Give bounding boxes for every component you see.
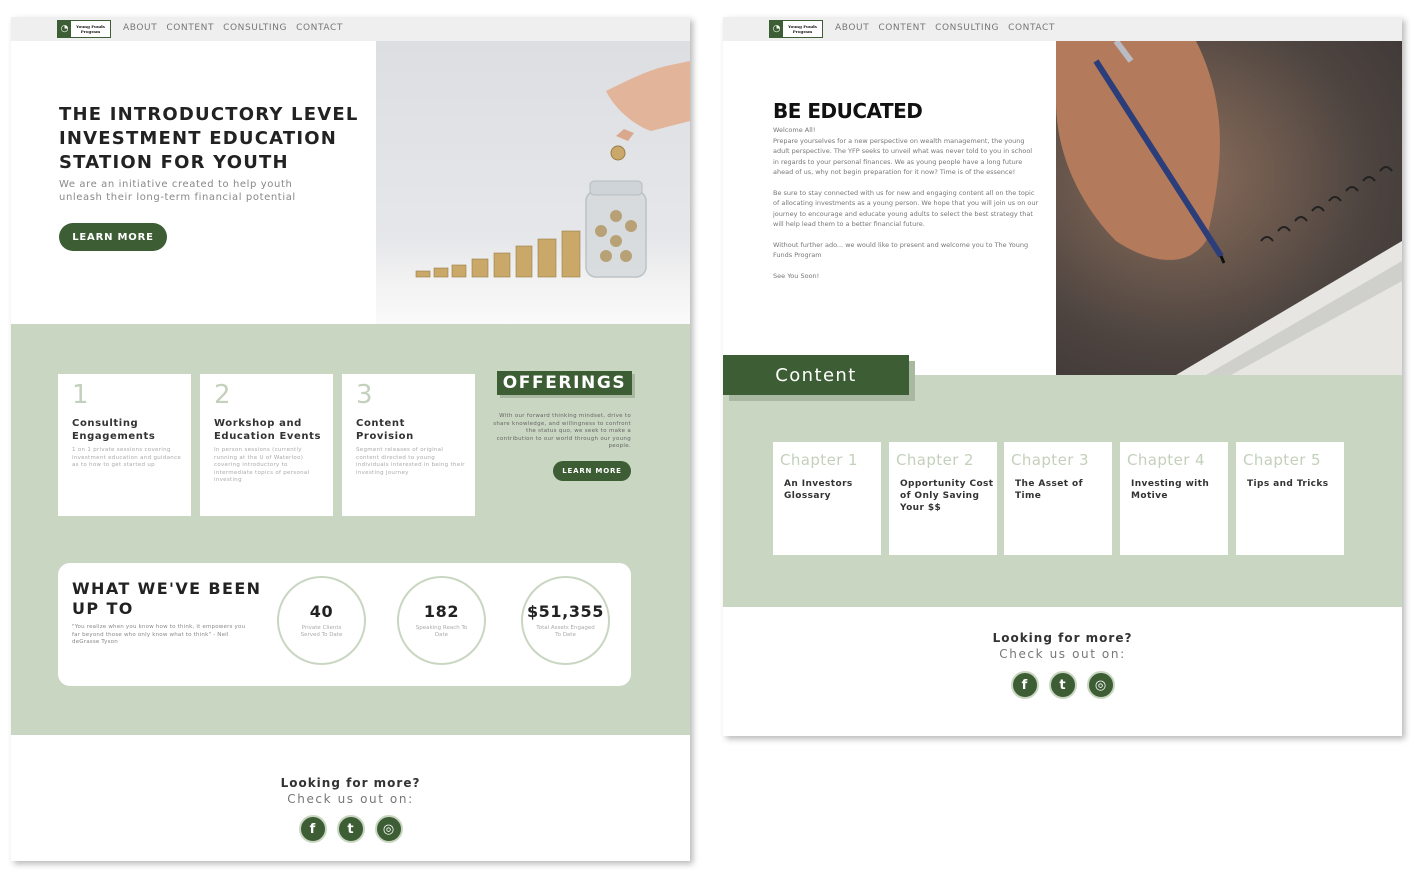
offering-card-1[interactable]: 1 Consulting Engagements 1 on 1 private … <box>58 374 191 516</box>
stats-title: WHAT WE'VE BEEN UP TO <box>72 579 262 618</box>
logo-text: Young Funds Program <box>76 24 105 34</box>
nav-links: ABOUT CONTENT CONSULTING CONTACT <box>835 23 1055 33</box>
chapter-subtitle: An Investors Glossary <box>784 479 853 501</box>
chapter-title: Chapter 1 <box>780 451 858 469</box>
stat-label: Speaking Reach To Date <box>415 625 468 638</box>
facebook-icon[interactable]: f <box>1010 671 1039 699</box>
logo-mark-icon: ◔ <box>770 21 783 37</box>
coins-jar-image <box>376 41 690 324</box>
chapter-card-4[interactable]: Chapter 4 Investing with Motive <box>1120 442 1228 555</box>
twitter-icon[interactable]: t <box>336 815 365 843</box>
home-page-mockup: ◔ Young Funds Program ABOUT CONTENT CONS… <box>11 17 690 861</box>
logo-mark-icon: ◔ <box>58 21 71 37</box>
nav-contact[interactable]: CONTACT <box>296 23 343 33</box>
offerings-learn-more-button[interactable]: LEARN MORE <box>553 461 631 481</box>
stat-speaking-reach: 182 Speaking Reach To Date <box>397 576 486 665</box>
facebook-icon[interactable]: f <box>298 815 327 843</box>
coins-illustration <box>415 61 690 278</box>
card-title: Content Provision <box>356 418 414 442</box>
hero-title: THE INTRODUCTORY LEVEL INVESTMENT EDUCAT… <box>59 104 359 173</box>
twitter-icon[interactable]: t <box>1048 671 1077 699</box>
card-description: Segment releases of original content dir… <box>356 447 465 476</box>
stat-total-assets: $51,355 Total Assets Engaged To Date <box>521 576 610 665</box>
card-number: 1 <box>72 380 89 410</box>
footer-subtitle: Check us out on: <box>999 647 1126 661</box>
card-title: Consulting Engagements <box>72 418 156 442</box>
stats-panel: WHAT WE'VE BEEN UP TO "You realize when … <box>58 563 631 686</box>
top-nav: ◔ Young Funds Program ABOUT CONTENT CONS… <box>723 17 1402 41</box>
intro-text: Welcome All! Prepare yourselves for a new… <box>773 125 1039 291</box>
intro-paragraph: Without further ado... we would like to … <box>773 240 1029 260</box>
stat-label: Private Clients Served To Date <box>300 625 343 638</box>
content-page-mockup: ◔ Young Funds Program ABOUT CONTENT CONS… <box>723 17 1402 736</box>
card-number: 3 <box>356 380 373 410</box>
page-title: BE EDUCATED <box>773 99 923 123</box>
stat-label: Total Assets Engaged To Date <box>536 625 595 638</box>
nav-consulting[interactable]: CONSULTING <box>223 23 287 33</box>
social-links: f t ◎ <box>11 815 690 843</box>
footer-title: Looking for more? <box>280 776 421 790</box>
learn-more-button[interactable]: LEARN MORE <box>59 223 167 251</box>
logo-text: Young Funds Program <box>788 24 817 34</box>
nav-links: ABOUT CONTENT CONSULTING CONTACT <box>123 23 343 33</box>
offerings-text: With our forward thinking mindset, drive… <box>493 413 631 449</box>
social-links: f t ◎ <box>723 671 1402 699</box>
offering-card-2[interactable]: 2 Workshop and Education Events In perso… <box>200 374 333 516</box>
footer-subtitle: Check us out on: <box>287 792 414 806</box>
writing-hand-image <box>1056 41 1402 375</box>
logo[interactable]: ◔ Young Funds Program <box>769 20 823 38</box>
chapter-title: Chapter 4 <box>1127 451 1205 469</box>
stat-value: 40 <box>309 602 334 621</box>
offerings-title: OFFERINGS <box>497 371 632 395</box>
chapter-card-3[interactable]: Chapter 3 The Asset of Time <box>1004 442 1112 555</box>
footer-title: Looking for more? <box>992 631 1133 645</box>
chapter-subtitle: Investing with Motive <box>1131 479 1210 501</box>
top-nav: ◔ Young Funds Program ABOUT CONTENT CONS… <box>11 17 690 41</box>
stat-value: $51,355 <box>526 602 605 621</box>
hero-subtitle: We are an initiative created to help you… <box>59 179 296 203</box>
chapter-card-5[interactable]: Chapter 5 Tips and Tricks <box>1236 442 1344 555</box>
nav-about[interactable]: ABOUT <box>123 23 157 33</box>
logo[interactable]: ◔ Young Funds Program <box>57 20 111 38</box>
chapter-subtitle: The Asset of Time <box>1015 479 1083 501</box>
chapter-title: Chapter 3 <box>1011 451 1089 469</box>
chapter-title: Chapter 5 <box>1243 451 1321 469</box>
offering-card-3[interactable]: 3 Content Provision Segment releases of … <box>342 374 475 516</box>
nav-about[interactable]: ABOUT <box>835 23 869 33</box>
instagram-icon[interactable]: ◎ <box>1086 671 1115 699</box>
intro-paragraph: Welcome All! Prepare yourselves for a new… <box>773 126 1033 176</box>
intro-paragraph: Be sure to stay connected with us for ne… <box>773 188 1039 229</box>
content-section-label: Content <box>723 355 909 395</box>
nav-contact[interactable]: CONTACT <box>1008 23 1055 33</box>
chapter-title: Chapter 2 <box>896 451 974 469</box>
chapter-subtitle: Opportunity Cost of Only Saving Your $$ <box>900 479 994 513</box>
nav-content[interactable]: CONTENT <box>166 23 214 33</box>
writing-illustration <box>1056 41 1402 375</box>
chapter-subtitle: Tips and Tricks <box>1247 479 1329 489</box>
instagram-icon[interactable]: ◎ <box>374 815 403 843</box>
nav-content[interactable]: CONTENT <box>878 23 926 33</box>
nav-consulting[interactable]: CONSULTING <box>935 23 999 33</box>
card-description: In person sessions (currently running at… <box>214 447 310 483</box>
card-title: Workshop and Education Events <box>214 418 322 442</box>
card-number: 2 <box>214 380 231 410</box>
stat-value: 182 <box>423 602 460 621</box>
stats-quote: "You realize when you know how to think,… <box>72 624 246 645</box>
intro-paragraph: See You Soon! <box>773 271 820 280</box>
stat-clients: 40 Private Clients Served To Date <box>277 576 366 665</box>
chapter-card-1[interactable]: Chapter 1 An Investors Glossary <box>773 442 881 555</box>
chapter-card-2[interactable]: Chapter 2 Opportunity Cost of Only Savin… <box>889 442 997 555</box>
card-description: 1 on 1 private sessions covering investm… <box>72 447 182 468</box>
